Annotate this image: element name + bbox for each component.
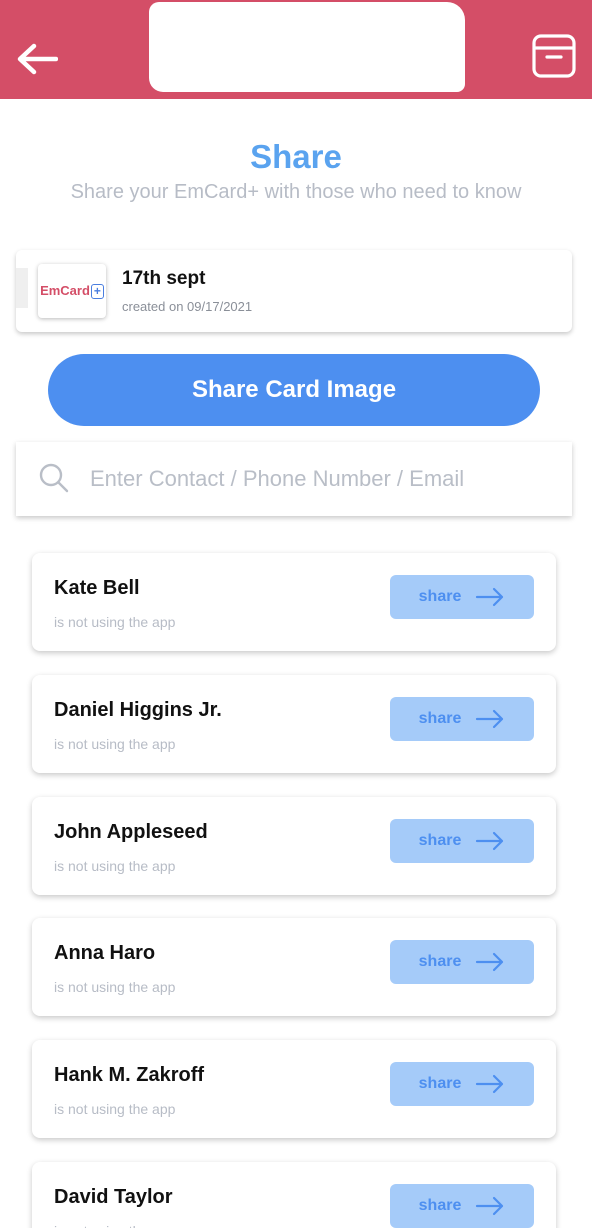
card-thumbnail: EmCard + bbox=[38, 264, 106, 318]
card-edge-decoration bbox=[16, 268, 28, 308]
share-button-label: share bbox=[418, 1197, 462, 1214]
arrow-right-icon bbox=[476, 1074, 504, 1094]
header-title-redacted bbox=[149, 2, 465, 92]
card-name: 17th sept bbox=[122, 268, 206, 289]
share-contact-button[interactable]: share bbox=[390, 1184, 534, 1228]
archive-button[interactable] bbox=[528, 32, 580, 80]
contact-status: is not using the app bbox=[54, 614, 176, 630]
search-icon bbox=[39, 463, 69, 493]
share-button-label: share bbox=[418, 710, 462, 727]
share-button-label: share bbox=[418, 832, 462, 849]
share-contact-button[interactable]: share bbox=[390, 575, 534, 619]
arrow-right-icon bbox=[476, 587, 504, 607]
share-contact-button[interactable]: share bbox=[390, 1062, 534, 1106]
contact-name: Hank M. Zakroff bbox=[54, 1064, 205, 1086]
contact-status: is not using the app bbox=[54, 979, 176, 995]
share-button-label: share bbox=[418, 1075, 462, 1092]
share-contact-button[interactable]: share bbox=[390, 819, 534, 863]
contact-item: Daniel Higgins Jr. is not using the app … bbox=[32, 675, 556, 773]
arrow-right-icon bbox=[476, 831, 504, 851]
contact-item: Hank M. Zakroff is not using the app sha… bbox=[32, 1040, 556, 1138]
contact-name: Anna Haro bbox=[54, 942, 156, 964]
share-contact-button[interactable]: share bbox=[390, 940, 534, 984]
contact-item: Kate Bell is not using the app share bbox=[32, 553, 556, 651]
page-title: Share bbox=[250, 138, 342, 175]
share-card-image-button[interactable]: Share Card Image bbox=[48, 354, 540, 426]
search-input[interactable] bbox=[90, 458, 550, 500]
contact-item: John Appleseed is not using the app shar… bbox=[32, 797, 556, 895]
contact-name: Daniel Higgins Jr. bbox=[54, 699, 222, 721]
contact-status: is not using the app bbox=[54, 858, 176, 874]
search-box bbox=[16, 442, 572, 516]
share-contact-button[interactable]: share bbox=[390, 697, 534, 741]
top-bar bbox=[0, 0, 592, 99]
arrow-right-icon bbox=[476, 1196, 504, 1216]
contact-status: is not using the app bbox=[54, 1101, 176, 1117]
selected-card[interactable]: EmCard + 17th sept created on 09/17/2021 bbox=[16, 250, 572, 332]
share-button-label: share bbox=[418, 588, 462, 605]
contact-item: Anna Haro is not using the app share bbox=[32, 918, 556, 1016]
contact-status: is not using the app bbox=[54, 1223, 175, 1228]
arrow-right-icon bbox=[476, 952, 504, 972]
archive-box-icon bbox=[532, 34, 576, 78]
share-button-label: share bbox=[418, 953, 462, 970]
arrow-right-icon bbox=[476, 709, 504, 729]
page-subtitle: Share your EmCard+ with those who need t… bbox=[70, 181, 522, 203]
card-created-date: created on 09/17/2021 bbox=[122, 299, 253, 314]
contact-name: David Taylor bbox=[54, 1186, 173, 1208]
contact-name: Kate Bell bbox=[54, 577, 140, 599]
contact-name: John Appleseed bbox=[54, 821, 208, 843]
back-button[interactable] bbox=[14, 38, 60, 80]
contact-item: David Taylor is not using the app share bbox=[32, 1162, 556, 1228]
emcard-logo: EmCard + bbox=[40, 283, 104, 299]
arrow-left-icon bbox=[17, 43, 58, 75]
contact-status: is not using the app bbox=[54, 736, 176, 752]
